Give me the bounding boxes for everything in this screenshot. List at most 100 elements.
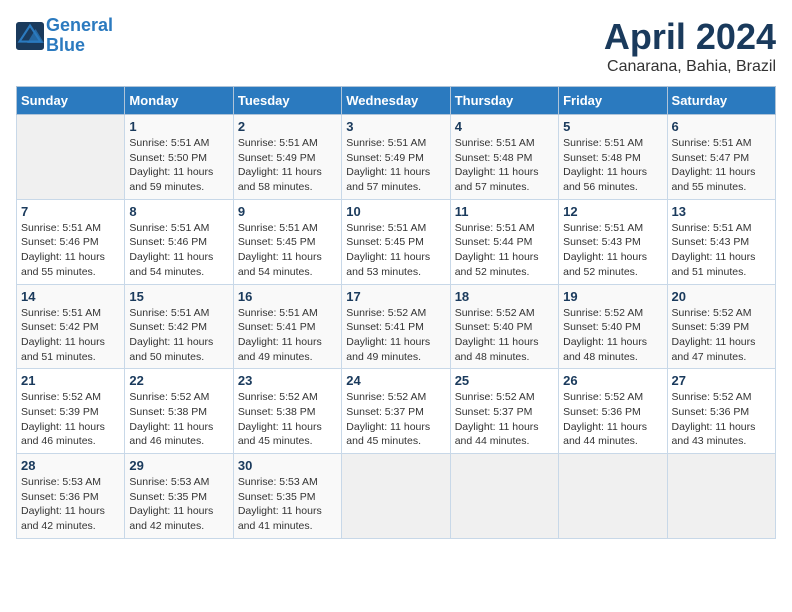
calendar-cell: 22Sunrise: 5:52 AM Sunset: 5:38 PM Dayli… xyxy=(125,369,233,454)
day-info: Sunrise: 5:53 AM Sunset: 5:35 PM Dayligh… xyxy=(238,475,337,534)
day-info: Sunrise: 5:52 AM Sunset: 5:41 PM Dayligh… xyxy=(346,306,445,365)
logo-icon xyxy=(16,22,44,50)
calendar-cell: 18Sunrise: 5:52 AM Sunset: 5:40 PM Dayli… xyxy=(450,284,558,369)
day-info: Sunrise: 5:51 AM Sunset: 5:43 PM Dayligh… xyxy=(563,221,662,280)
day-number: 9 xyxy=(238,204,337,219)
day-number: 28 xyxy=(21,458,120,473)
day-number: 8 xyxy=(129,204,228,219)
day-info: Sunrise: 5:53 AM Sunset: 5:35 PM Dayligh… xyxy=(129,475,228,534)
day-header-monday: Monday xyxy=(125,87,233,115)
calendar-cell xyxy=(342,454,450,539)
day-number: 20 xyxy=(672,289,771,304)
day-number: 30 xyxy=(238,458,337,473)
day-number: 1 xyxy=(129,119,228,134)
day-info: Sunrise: 5:52 AM Sunset: 5:40 PM Dayligh… xyxy=(455,306,554,365)
calendar-cell: 15 Sunrise: 5:51 AM Sunset: 5:42 PM Dayli… xyxy=(125,284,233,369)
day-number: 14 xyxy=(21,289,120,304)
calendar-cell: 4 Sunrise: 5:51 AM Sunset: 5:48 PM Daylig… xyxy=(450,115,558,200)
calendar-cell: 13 Sunrise: 5:51 AM Sunset: 5:43 PM Dayli… xyxy=(667,199,775,284)
calendar-cell: 17 Sunrise: 5:52 AM Sunset: 5:41 PM Dayli… xyxy=(342,284,450,369)
calendar-cell: 2Sunrise: 5:51 AM Sunset: 5:49 PM Daylig… xyxy=(233,115,341,200)
day-number: 5 xyxy=(563,119,662,134)
calendar-cell: 11 Sunrise: 5:51 AM Sunset: 5:44 PM Dayli… xyxy=(450,199,558,284)
day-number: 17 xyxy=(346,289,445,304)
page-header: General Blue April 2024 Canarana, Bahia,… xyxy=(16,16,776,76)
day-header-thursday: Thursday xyxy=(450,87,558,115)
day-info: Sunrise: 5:52 AM Sunset: 5:37 PM Dayligh… xyxy=(455,390,554,449)
day-info: Sunrise: 5:51 AM Sunset: 5:42 PM Dayligh… xyxy=(129,306,228,365)
day-number: 12 xyxy=(563,204,662,219)
day-number: 6 xyxy=(672,119,771,134)
week-row: 14 Sunrise: 5:51 AM Sunset: 5:42 PM Dayli… xyxy=(17,284,776,369)
day-header-tuesday: Tuesday xyxy=(233,87,341,115)
calendar-cell: 30 Sunrise: 5:53 AM Sunset: 5:35 PM Dayli… xyxy=(233,454,341,539)
day-info: Sunrise: 5:51 AM Sunset: 5:42 PM Dayligh… xyxy=(21,306,120,365)
day-number: 24 xyxy=(346,373,445,388)
day-info: Sunrise: 5:51 AM Sunset: 5:48 PM Dayligh… xyxy=(455,136,554,195)
header-row: SundayMondayTuesdayWednesdayThursdayFrid… xyxy=(17,87,776,115)
logo: General Blue xyxy=(16,16,113,56)
day-info: Sunrise: 5:51 AM Sunset: 5:41 PM Dayligh… xyxy=(238,306,337,365)
day-info: Sunrise: 5:51 AM Sunset: 5:49 PM Dayligh… xyxy=(238,136,337,195)
calendar-cell: 8 Sunrise: 5:51 AM Sunset: 5:46 PM Daylig… xyxy=(125,199,233,284)
day-info: Sunrise: 5:52 AM Sunset: 5:38 PM Dayligh… xyxy=(129,390,228,449)
calendar-table: SundayMondayTuesdayWednesdayThursdayFrid… xyxy=(16,86,776,539)
day-number: 19 xyxy=(563,289,662,304)
calendar-cell xyxy=(17,115,125,200)
day-header-friday: Friday xyxy=(559,87,667,115)
calendar-header: SundayMondayTuesdayWednesdayThursdayFrid… xyxy=(17,87,776,115)
day-number: 29 xyxy=(129,458,228,473)
day-info: Sunrise: 5:51 AM Sunset: 5:47 PM Dayligh… xyxy=(672,136,771,195)
week-row: 28 Sunrise: 5:53 AM Sunset: 5:36 PM Dayli… xyxy=(17,454,776,539)
day-number: 25 xyxy=(455,373,554,388)
day-info: Sunrise: 5:52 AM Sunset: 5:39 PM Dayligh… xyxy=(21,390,120,449)
day-info: Sunrise: 5:51 AM Sunset: 5:46 PM Dayligh… xyxy=(129,221,228,280)
day-info: Sunrise: 5:51 AM Sunset: 5:49 PM Dayligh… xyxy=(346,136,445,195)
day-info: Sunrise: 5:51 AM Sunset: 5:48 PM Dayligh… xyxy=(563,136,662,195)
logo-line1: General xyxy=(46,15,113,35)
day-info: Sunrise: 5:52 AM Sunset: 5:36 PM Dayligh… xyxy=(672,390,771,449)
calendar-cell: 28 Sunrise: 5:53 AM Sunset: 5:36 PM Dayli… xyxy=(17,454,125,539)
day-number: 4 xyxy=(455,119,554,134)
calendar-cell xyxy=(667,454,775,539)
day-info: Sunrise: 5:52 AM Sunset: 5:37 PM Dayligh… xyxy=(346,390,445,449)
day-info: Sunrise: 5:51 AM Sunset: 5:45 PM Dayligh… xyxy=(346,221,445,280)
calendar-cell: 9Sunrise: 5:51 AM Sunset: 5:45 PM Daylig… xyxy=(233,199,341,284)
day-info: Sunrise: 5:52 AM Sunset: 5:36 PM Dayligh… xyxy=(563,390,662,449)
calendar-cell: 10 Sunrise: 5:51 AM Sunset: 5:45 PM Dayli… xyxy=(342,199,450,284)
day-info: Sunrise: 5:53 AM Sunset: 5:36 PM Dayligh… xyxy=(21,475,120,534)
logo-text: General Blue xyxy=(46,16,113,56)
calendar-cell: 12 Sunrise: 5:51 AM Sunset: 5:43 PM Dayli… xyxy=(559,199,667,284)
day-number: 7 xyxy=(21,204,120,219)
day-number: 15 xyxy=(129,289,228,304)
day-info: Sunrise: 5:52 AM Sunset: 5:40 PM Dayligh… xyxy=(563,306,662,365)
calendar-cell: 29 Sunrise: 5:53 AM Sunset: 5:35 PM Dayli… xyxy=(125,454,233,539)
day-number: 13 xyxy=(672,204,771,219)
day-number: 11 xyxy=(455,204,554,219)
week-row: 7 Sunrise: 5:51 AM Sunset: 5:46 PM Daylig… xyxy=(17,199,776,284)
week-row: 1 Sunrise: 5:51 AM Sunset: 5:50 PM Daylig… xyxy=(17,115,776,200)
day-header-wednesday: Wednesday xyxy=(342,87,450,115)
day-header-sunday: Sunday xyxy=(17,87,125,115)
day-number: 27 xyxy=(672,373,771,388)
day-number: 16 xyxy=(238,289,337,304)
calendar-cell: 7Sunrise: 5:51 AM Sunset: 5:46 PM Daylig… xyxy=(17,199,125,284)
calendar-cell xyxy=(450,454,558,539)
day-number: 10 xyxy=(346,204,445,219)
day-header-saturday: Saturday xyxy=(667,87,775,115)
location-subtitle: Canarana, Bahia, Brazil xyxy=(604,58,776,76)
day-number: 21 xyxy=(21,373,120,388)
day-info: Sunrise: 5:51 AM Sunset: 5:44 PM Dayligh… xyxy=(455,221,554,280)
calendar-cell: 3 Sunrise: 5:51 AM Sunset: 5:49 PM Daylig… xyxy=(342,115,450,200)
day-info: Sunrise: 5:51 AM Sunset: 5:50 PM Dayligh… xyxy=(129,136,228,195)
day-info: Sunrise: 5:51 AM Sunset: 5:43 PM Dayligh… xyxy=(672,221,771,280)
calendar-cell: 26Sunrise: 5:52 AM Sunset: 5:36 PM Dayli… xyxy=(559,369,667,454)
calendar-cell: 16 Sunrise: 5:51 AM Sunset: 5:41 PM Dayli… xyxy=(233,284,341,369)
title-area: April 2024 Canarana, Bahia, Brazil xyxy=(604,16,776,76)
day-info: Sunrise: 5:52 AM Sunset: 5:39 PM Dayligh… xyxy=(672,306,771,365)
calendar-body: 1 Sunrise: 5:51 AM Sunset: 5:50 PM Daylig… xyxy=(17,115,776,539)
day-number: 23 xyxy=(238,373,337,388)
day-number: 3 xyxy=(346,119,445,134)
week-row: 21 Sunrise: 5:52 AM Sunset: 5:39 PM Dayli… xyxy=(17,369,776,454)
month-title: April 2024 xyxy=(604,16,776,58)
